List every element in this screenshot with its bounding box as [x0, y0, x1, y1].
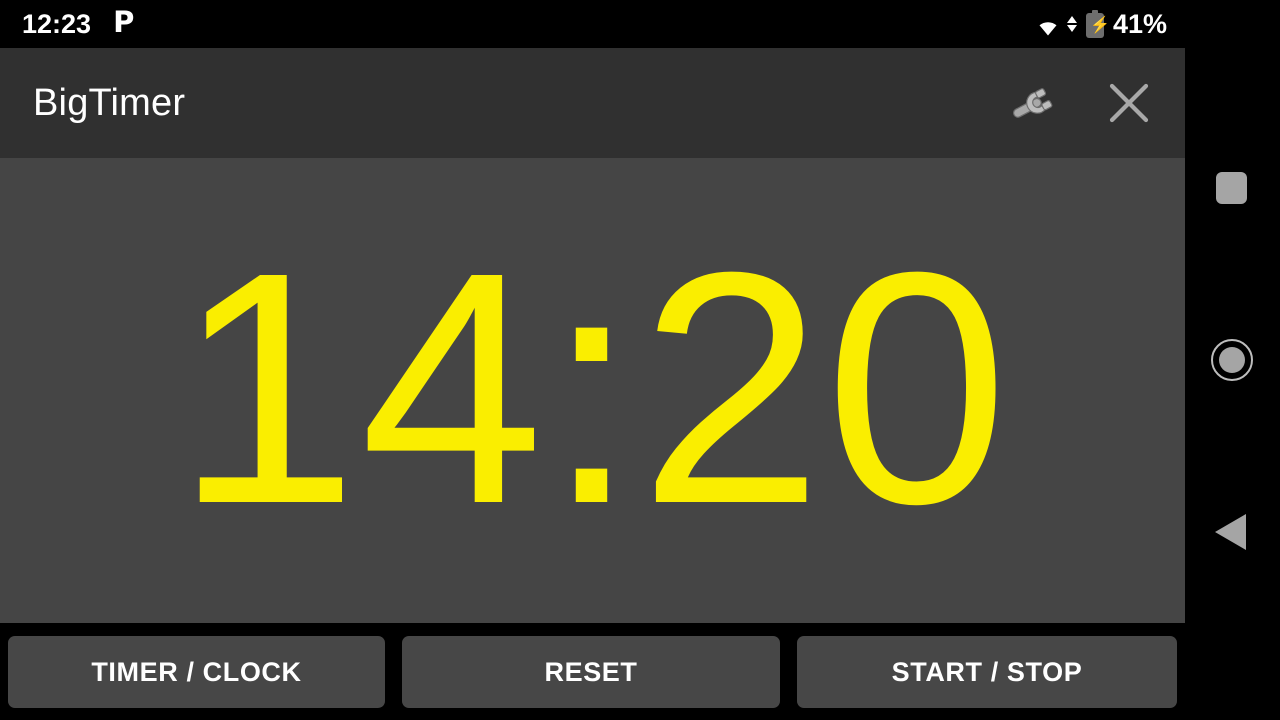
header-actions	[1007, 75, 1157, 131]
battery-percent-label: 41%	[1112, 8, 1167, 39]
phone-screen: 12:23 P ⚡ 41% BigTimer 14:20 TIMER / CLO…	[0, 0, 1280, 720]
data-transfer-arrows-icon	[1066, 11, 1078, 37]
arrow-up-icon	[1066, 16, 1077, 23]
timer-display-area[interactable]: 14:20	[0, 158, 1185, 623]
status-bar-right-group: ⚡ 41%	[1032, 10, 1167, 38]
app-header: BigTimer	[0, 48, 1185, 158]
status-clock: 12:23	[22, 8, 92, 39]
wrench-icon	[1013, 88, 1053, 118]
square-recents-icon[interactable]	[1216, 172, 1247, 204]
battery-bolt-icon: ⚡	[1089, 17, 1110, 34]
arrow-down-icon	[1066, 25, 1077, 32]
notification-p-glyph: P	[113, 5, 135, 39]
close-button[interactable]	[1101, 75, 1157, 131]
circle-home-icon[interactable]	[1211, 339, 1253, 381]
notification-p-icon: P	[113, 5, 135, 39]
close-icon	[1109, 83, 1149, 123]
triangle-back-icon[interactable]	[1215, 514, 1246, 550]
timer-value: 14:20	[174, 202, 1011, 572]
status-bar: 12:23 P ⚡ 41%	[0, 0, 1185, 48]
system-navigation-bar	[1185, 0, 1280, 720]
wifi-icon	[1032, 11, 1064, 37]
reset-button[interactable]: RESET	[402, 636, 780, 708]
settings-button[interactable]	[1007, 75, 1063, 131]
app-title: BigTimer	[33, 82, 186, 124]
timer-clock-button[interactable]: TIMER / CLOCK	[8, 636, 385, 708]
start-stop-button[interactable]: START / STOP	[797, 636, 1177, 708]
button-bar: TIMER / CLOCK RESET START / STOP	[0, 623, 1185, 720]
battery-charging-icon: ⚡	[1085, 10, 1110, 38]
